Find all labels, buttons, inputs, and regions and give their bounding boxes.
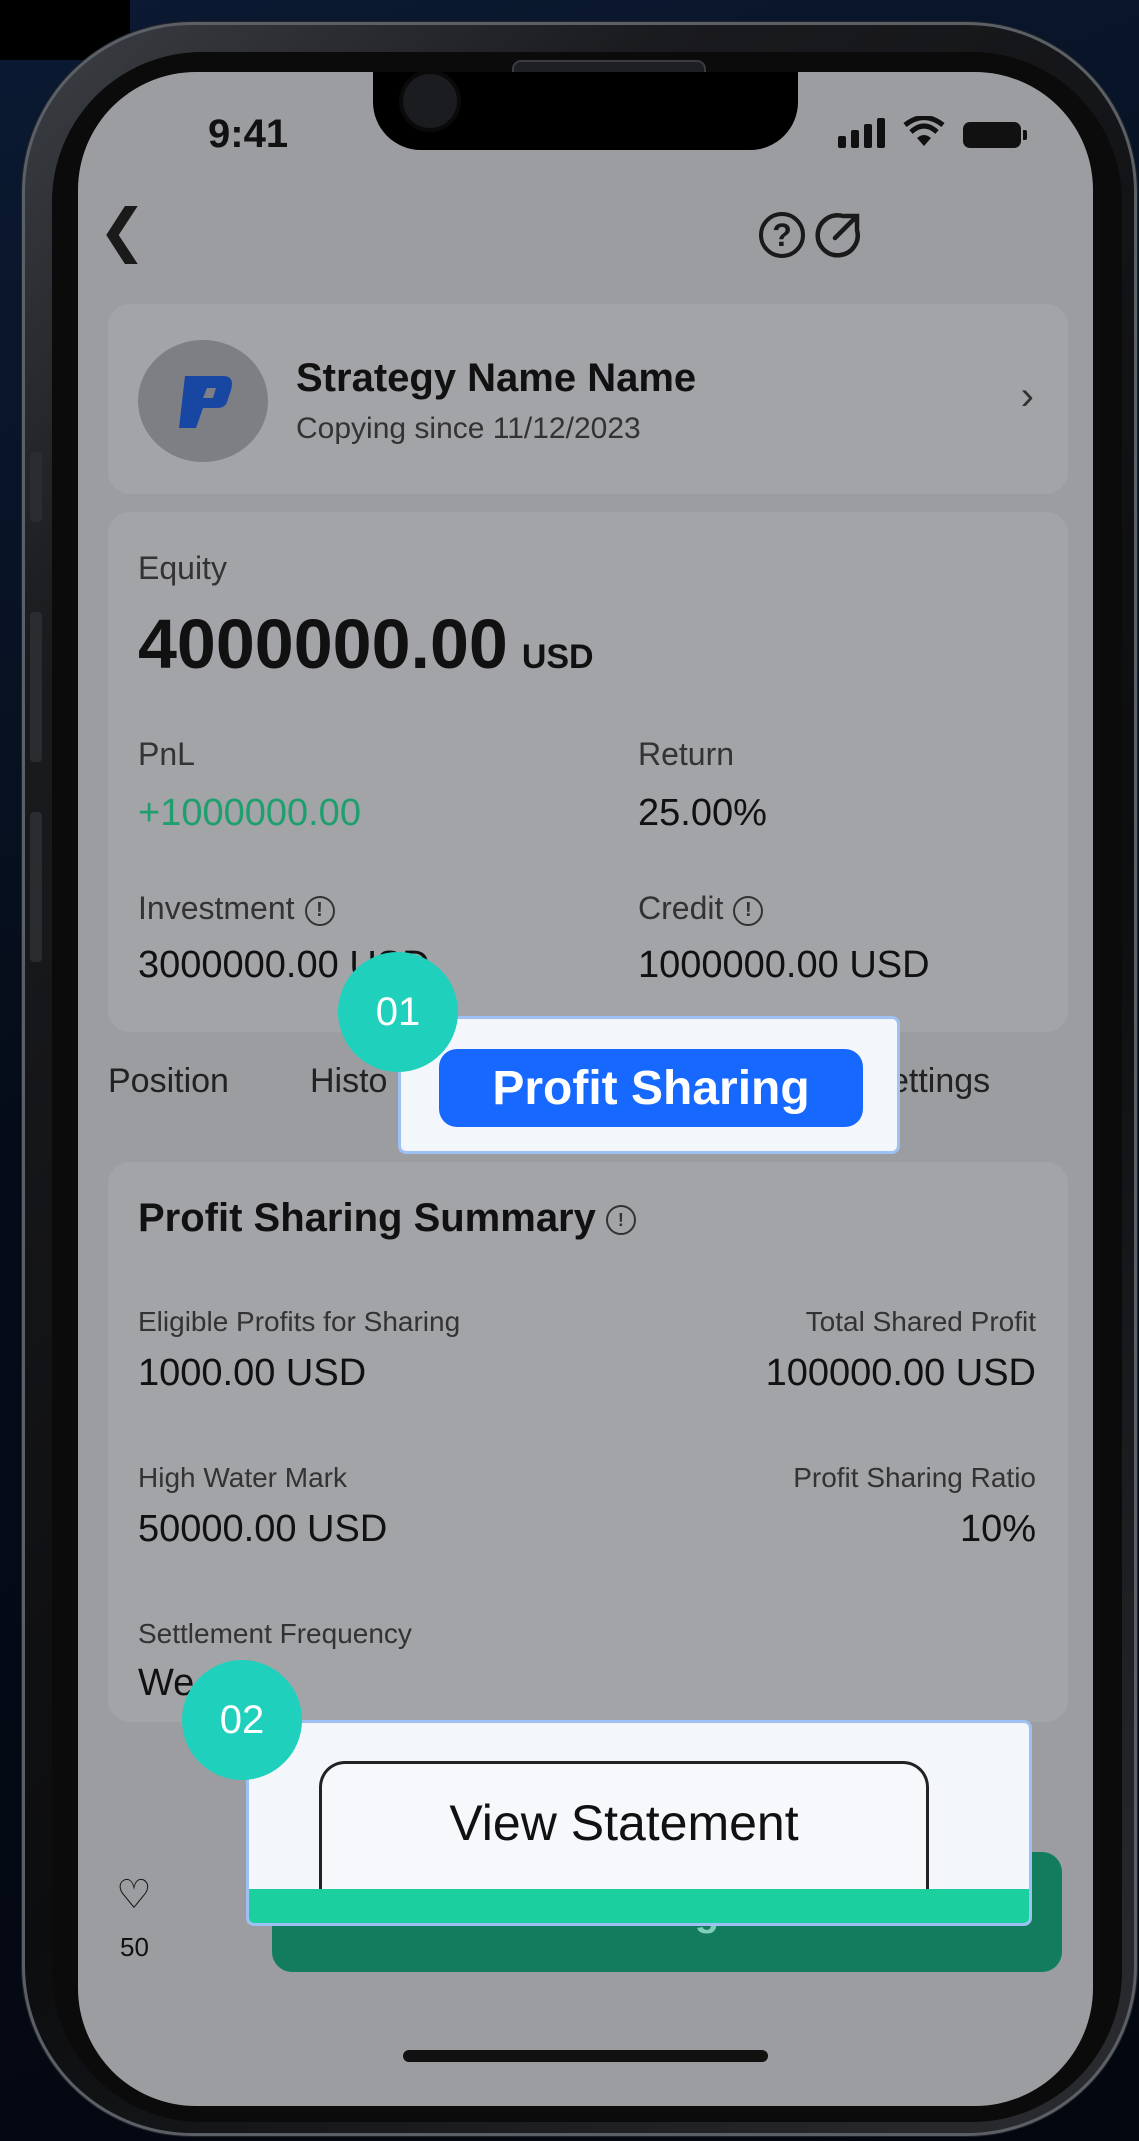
equity-label: Equity [138, 550, 227, 586]
info-icon[interactable]: ! [733, 895, 764, 926]
high-water-mark-label: High Water Mark [138, 1462, 348, 1493]
eligible-profits-label: Eligible Profits for Sharing [138, 1306, 461, 1337]
profit-sharing-tab-highlight[interactable]: Profit Sharing [439, 1049, 863, 1127]
credit-label-text: Credit [638, 890, 724, 926]
profit-sharing-title-text: Profit Sharing Summary [138, 1196, 596, 1240]
credit-label: Credit! [638, 890, 764, 927]
mute-switch [30, 452, 42, 522]
pnl-value: +1000000.00 [138, 792, 361, 834]
like-count: 50 [120, 1932, 149, 1962]
high-water-mark-value: 50000.00 USD [138, 1508, 388, 1550]
manage-button-strip [249, 1889, 1029, 1923]
strategy-logo [138, 340, 268, 462]
battery-icon [963, 122, 1027, 148]
wifi-icon [903, 116, 945, 146]
volume-down-button [30, 812, 42, 962]
callout-badge-02: 02 [182, 1660, 302, 1780]
investment-label-text: Investment [138, 890, 295, 926]
equity-amount: 4000000.00 [138, 605, 508, 683]
home-indicator [403, 2050, 768, 2062]
share-icon[interactable] [813, 208, 865, 260]
strategy-name: Strategy Name Name [296, 356, 697, 400]
chevron-right-icon: › [1020, 374, 1034, 418]
credit-value: 1000000.00 USD [638, 944, 930, 986]
status-icons [838, 116, 1027, 148]
info-icon[interactable]: ! [304, 895, 335, 926]
status-time: 9:41 [208, 112, 289, 156]
return-value: 25.00% [638, 792, 767, 834]
signal-icon [838, 116, 885, 148]
total-shared-profit-label: Total Shared Profit [805, 1306, 1036, 1337]
callout-view-statement: View Statement [246, 1720, 1032, 1926]
equity-card: Equity 4000000.00 USD PnL +1000000.00 Ret… [108, 512, 1068, 1032]
total-shared-profit-value: 100000.00 USD [765, 1352, 1036, 1394]
notch [373, 72, 798, 150]
info-icon[interactable]: ! [605, 1205, 636, 1236]
view-statement-button[interactable]: View Statement [319, 1761, 929, 1901]
back-chevron-icon[interactable]: ❮ [98, 202, 147, 260]
equity-value: 4000000.00 USD [138, 604, 594, 684]
volume-up-button [30, 612, 42, 762]
copying-since: Copying since 11/12/2023 [296, 412, 641, 445]
return-label: Return [638, 736, 735, 772]
front-camera [399, 72, 461, 132]
heart-icon[interactable]: ♡ [116, 1872, 152, 1918]
callout-profit-sharing: Profit Sharing [398, 1016, 900, 1154]
pnl-label: PnL [138, 736, 195, 772]
strategy-card[interactable]: Strategy Name Name Copying since 11/12/2… [108, 304, 1068, 494]
profit-sharing-summary-card: Profit Sharing Summary! Eligible Profits… [108, 1162, 1068, 1722]
tab-settings[interactable]: ettings [890, 1062, 990, 1101]
profit-sharing-title: Profit Sharing Summary! [138, 1196, 636, 1241]
eligible-profits-value: 1000.00 USD [138, 1352, 367, 1394]
help-icon[interactable]: ? [759, 212, 805, 258]
callout-badge-01: 01 [338, 952, 458, 1072]
settlement-frequency-label: Settlement Frequency [138, 1618, 412, 1649]
profit-sharing-ratio-label: Profit Sharing Ratio [793, 1462, 1036, 1493]
tab-position[interactable]: Position [108, 1062, 229, 1101]
profit-sharing-ratio-value: 10% [959, 1508, 1036, 1550]
investment-label: Investment! [138, 890, 335, 927]
strategy-logo-icon [179, 376, 232, 428]
equity-unit: USD [521, 638, 594, 676]
